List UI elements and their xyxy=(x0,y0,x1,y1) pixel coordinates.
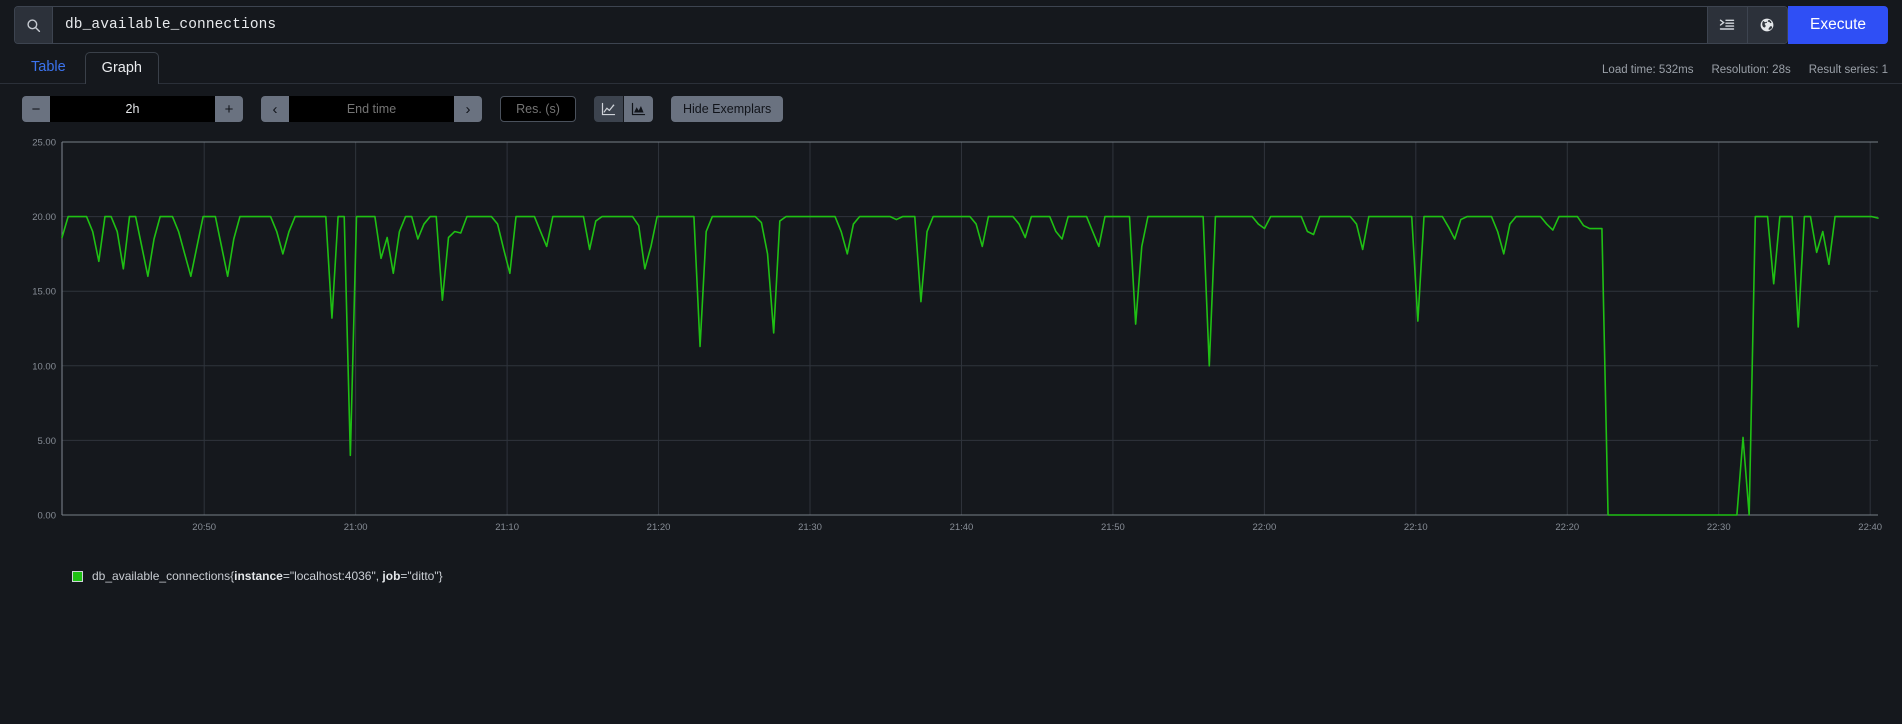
x-axis-tick-label: 21:00 xyxy=(344,522,368,533)
x-axis-tick-label: 21:50 xyxy=(1101,522,1125,533)
graph-controls: − + ‹ › Hide Exemplars xyxy=(0,84,1902,132)
graph-area: 0.00 5.00 10.00 15.00 20.00 25.00 20:50 21:00 21… xyxy=(0,132,1902,547)
x-axis-tick-label: 22:00 xyxy=(1252,522,1276,533)
range-control: − + xyxy=(22,96,243,122)
y-axis-tick-label: 15.00 xyxy=(32,287,56,298)
stat-result-series: Result series: 1 xyxy=(1809,64,1888,76)
range-increase-button[interactable]: + xyxy=(215,96,243,122)
y-axis-tick-label: 25.00 xyxy=(32,138,56,149)
legend-color-swatch[interactable] xyxy=(72,571,83,582)
chart-legend: db_available_connections{instance="local… xyxy=(0,547,1902,583)
time-series-chart[interactable]: 0.00 5.00 10.00 15.00 20.00 25.00 20:50 21:00 21… xyxy=(14,132,1888,547)
x-axis-tick-label: 22:10 xyxy=(1404,522,1428,533)
query-stats: Load time: 532ms Resolution: 28s Result … xyxy=(1602,64,1888,83)
stacked-area-chart-icon[interactable] xyxy=(624,96,653,122)
x-axis-tick-label: 21:10 xyxy=(495,522,519,533)
tab-graph[interactable]: Graph xyxy=(85,52,159,84)
query-bar: Execute xyxy=(0,0,1902,50)
legend-metric-name: db_available_connections xyxy=(92,569,230,583)
end-time-input[interactable] xyxy=(289,96,454,122)
x-axis-tick-label: 22:30 xyxy=(1707,522,1731,533)
stat-load-time: Load time: 532ms xyxy=(1602,64,1693,76)
x-axis-tick-label: 22:40 xyxy=(1858,522,1882,533)
range-input[interactable] xyxy=(50,96,215,122)
view-tabs-row: Table Graph Load time: 532ms Resolution:… xyxy=(0,50,1902,84)
legend-close-brace: } xyxy=(439,569,443,583)
legend-series-label[interactable]: db_available_connections{instance="local… xyxy=(92,569,443,583)
legend-label-key-instance: instance xyxy=(234,569,283,583)
end-time-control: ‹ › xyxy=(261,96,482,122)
search-icon[interactable] xyxy=(15,7,53,43)
x-axis-tick-label: 21:20 xyxy=(647,522,671,533)
time-next-button[interactable]: › xyxy=(454,96,482,122)
x-axis-tick-label: 20:50 xyxy=(192,522,216,533)
globe-icon[interactable] xyxy=(1747,7,1787,43)
resolution-input[interactable] xyxy=(500,96,576,122)
line-chart-icon[interactable] xyxy=(594,96,623,122)
x-axis-tick-label: 21:30 xyxy=(798,522,822,533)
tab-table[interactable]: Table xyxy=(14,51,83,83)
legend-label-value-job: ="ditto" xyxy=(400,569,438,583)
y-axis-tick-label: 10.00 xyxy=(32,361,56,372)
toggle-exemplars-button[interactable]: Hide Exemplars xyxy=(671,96,783,122)
x-axis-tick-label: 21:40 xyxy=(950,522,974,533)
y-axis-tick-label: 20.00 xyxy=(32,212,56,223)
query-input-group xyxy=(14,6,1788,44)
x-axis-tick-label: 22:20 xyxy=(1555,522,1579,533)
y-axis-tick-label: 0.00 xyxy=(38,511,57,522)
y-axis-tick-label: 5.00 xyxy=(38,436,57,447)
expression-input[interactable] xyxy=(53,7,1707,43)
chart-type-toggle xyxy=(594,96,653,122)
query-bar-actions xyxy=(1707,7,1787,43)
time-prev-button[interactable]: ‹ xyxy=(261,96,289,122)
legend-label-value-instance: ="localhost:4036", xyxy=(283,569,383,583)
range-decrease-button[interactable]: − xyxy=(22,96,50,122)
stat-resolution: Resolution: 28s xyxy=(1711,64,1790,76)
execute-button[interactable]: Execute xyxy=(1788,6,1888,44)
list-indent-icon[interactable] xyxy=(1707,7,1747,43)
view-tabs: Table Graph xyxy=(14,49,159,83)
legend-label-key-job: job xyxy=(382,569,400,583)
